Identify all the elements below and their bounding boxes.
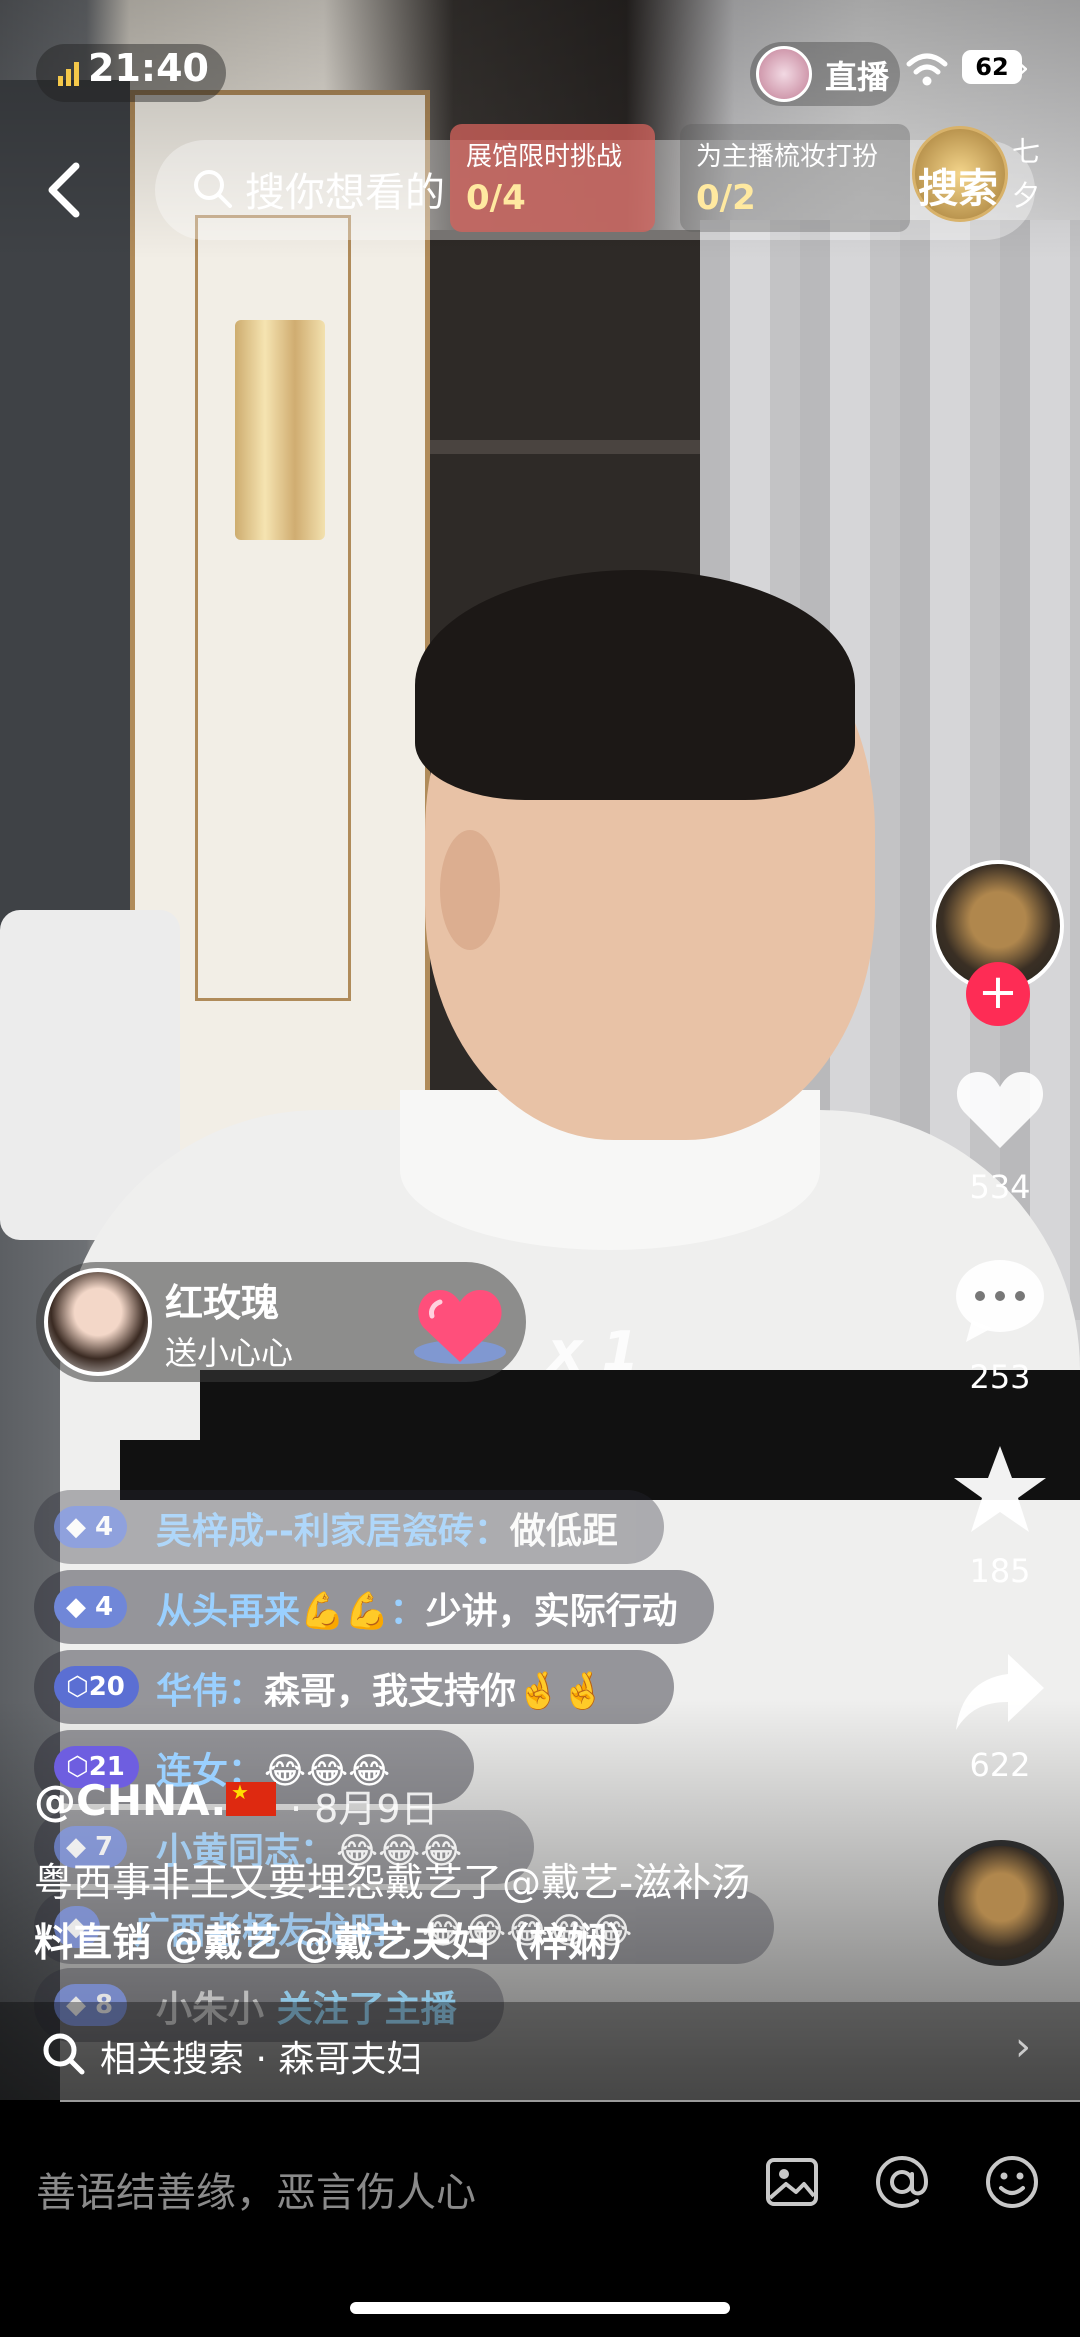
challenge-card-makeup[interactable]: 为主播梳妆打扮 0/2 — [680, 124, 910, 232]
related-search-label[interactable]: 相关搜索 · 森哥夫妇 — [100, 2030, 422, 2082]
like-count: 534 — [969, 1168, 1031, 1206]
share-count: 622 — [969, 1746, 1031, 1784]
comment-text: 做低距 — [509, 1511, 618, 1552]
favorite-count: 185 — [969, 1552, 1031, 1590]
chevron-right-icon[interactable]: › — [1015, 2024, 1031, 2070]
level-badge: ◆ 4 — [54, 1506, 128, 1548]
comment-count: 253 — [969, 1358, 1031, 1396]
level-badge: ◆ 4 — [54, 1586, 128, 1628]
search-icon[interactable] — [190, 166, 234, 210]
chevron-right-icon[interactable]: › — [1016, 48, 1030, 88]
comment-user: 华伟 — [156, 1671, 229, 1712]
caption-date: · 8月9日 — [290, 1787, 439, 1831]
host-avatar[interactable] — [756, 46, 812, 102]
music-disc-icon[interactable] — [938, 1840, 1064, 1966]
heart-icon[interactable] — [950, 1060, 1050, 1160]
caption-line-1[interactable]: 粤西事非王又要埋怨戴艺了@戴艺-滋补汤 — [34, 1852, 750, 1908]
follow-button[interactable]: + — [966, 962, 1030, 1026]
share-icon[interactable] — [950, 1640, 1050, 1740]
challenge-progress: 0/4 — [466, 178, 526, 218]
comment-item[interactable]: ⬡20 华伟：森哥，我支持你🤞🤞 — [34, 1650, 674, 1724]
video-person-hair — [415, 570, 855, 800]
live-stream-screen: 21:40 直播 62 › 搜你想看的 展馆限时挑战 0/4 为主播梳妆打扮 0… — [0, 0, 1080, 2337]
wifi-icon — [906, 53, 948, 86]
search-icon — [43, 2033, 85, 2075]
status-time: 21:40 — [88, 46, 209, 90]
comment-user: 吴梓成--利家居瓷砖 — [156, 1511, 474, 1552]
home-indicator[interactable] — [350, 2302, 730, 2314]
comment-icon[interactable] — [950, 1250, 1050, 1350]
heart-gift-icon — [414, 1290, 506, 1364]
search-button[interactable]: 搜索 — [918, 156, 998, 214]
caption-line-2[interactable]: 料直销 @戴艺 @戴艺夫妇（梓娴） — [34, 1912, 646, 1968]
host-live-label[interactable]: 直播 — [825, 52, 889, 98]
gift-sender-avatar[interactable] — [44, 1268, 152, 1376]
comment-item[interactable]: ◆ 4 吴梓成--利家居瓷砖：做低距 — [34, 1490, 664, 1564]
caption-username[interactable]: @CHNA. — [34, 1776, 226, 1825]
challenge-card-exhibition[interactable]: 展馆限时挑战 0/4 — [450, 124, 655, 232]
comment-text: 少讲，实际行动 — [425, 1591, 678, 1632]
star-icon[interactable] — [950, 1440, 1050, 1540]
battery-indicator: 62 — [962, 50, 1022, 84]
video-wall-lamp — [235, 320, 325, 540]
emoji-icon[interactable] — [982, 2152, 1042, 2212]
challenge-progress: 0/2 — [696, 178, 756, 218]
at-icon[interactable] — [872, 2152, 932, 2212]
china-flag-icon — [226, 1780, 276, 1816]
comment-text: 森哥，我支持你🤞🤞 — [264, 1671, 606, 1712]
gift-count: x 1 — [548, 1320, 640, 1383]
image-icon[interactable] — [762, 2152, 822, 2212]
level-badge: ⬡20 — [54, 1666, 139, 1708]
comment-item[interactable]: ◆ 4 从头再来💪💪：少讲，实际行动 — [34, 1570, 714, 1644]
chevron-left-icon[interactable] — [30, 150, 100, 230]
status-bar: 21:40 直播 62 › — [0, 40, 1080, 110]
search-placeholder[interactable]: 搜你想看的 — [245, 160, 445, 218]
qixi-event-label[interactable]: 七夕 — [1012, 130, 1042, 218]
comment-input[interactable]: 善语结善缘，恶言伤人心 — [36, 2160, 476, 2218]
gift-sender-name: 红玫瑰 — [165, 1281, 280, 1325]
gift-action: 送小心心 — [165, 1334, 294, 1372]
challenge-title: 展馆限时挑战 — [466, 142, 623, 172]
video-person-ear — [440, 830, 500, 950]
live-signal-icon — [58, 60, 84, 86]
comment-user: 从头再来💪💪 — [156, 1591, 390, 1632]
challenge-title: 为主播梳妆打扮 — [696, 142, 879, 172]
